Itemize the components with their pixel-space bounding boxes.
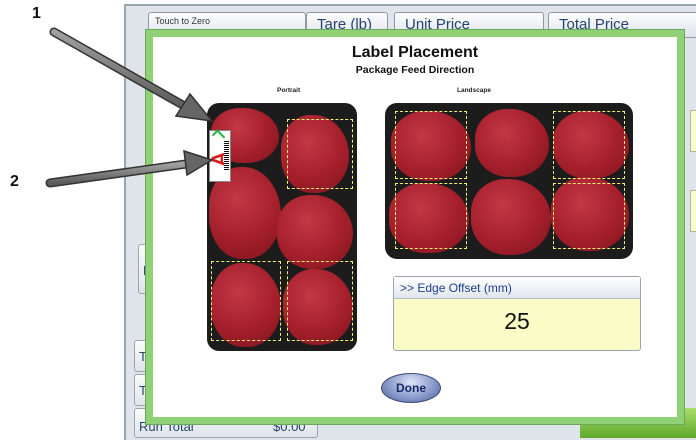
arrow-2-icon — [45, 149, 214, 188]
annotation-arrows — [45, 27, 214, 188]
arrow-1-icon — [49, 27, 214, 123]
